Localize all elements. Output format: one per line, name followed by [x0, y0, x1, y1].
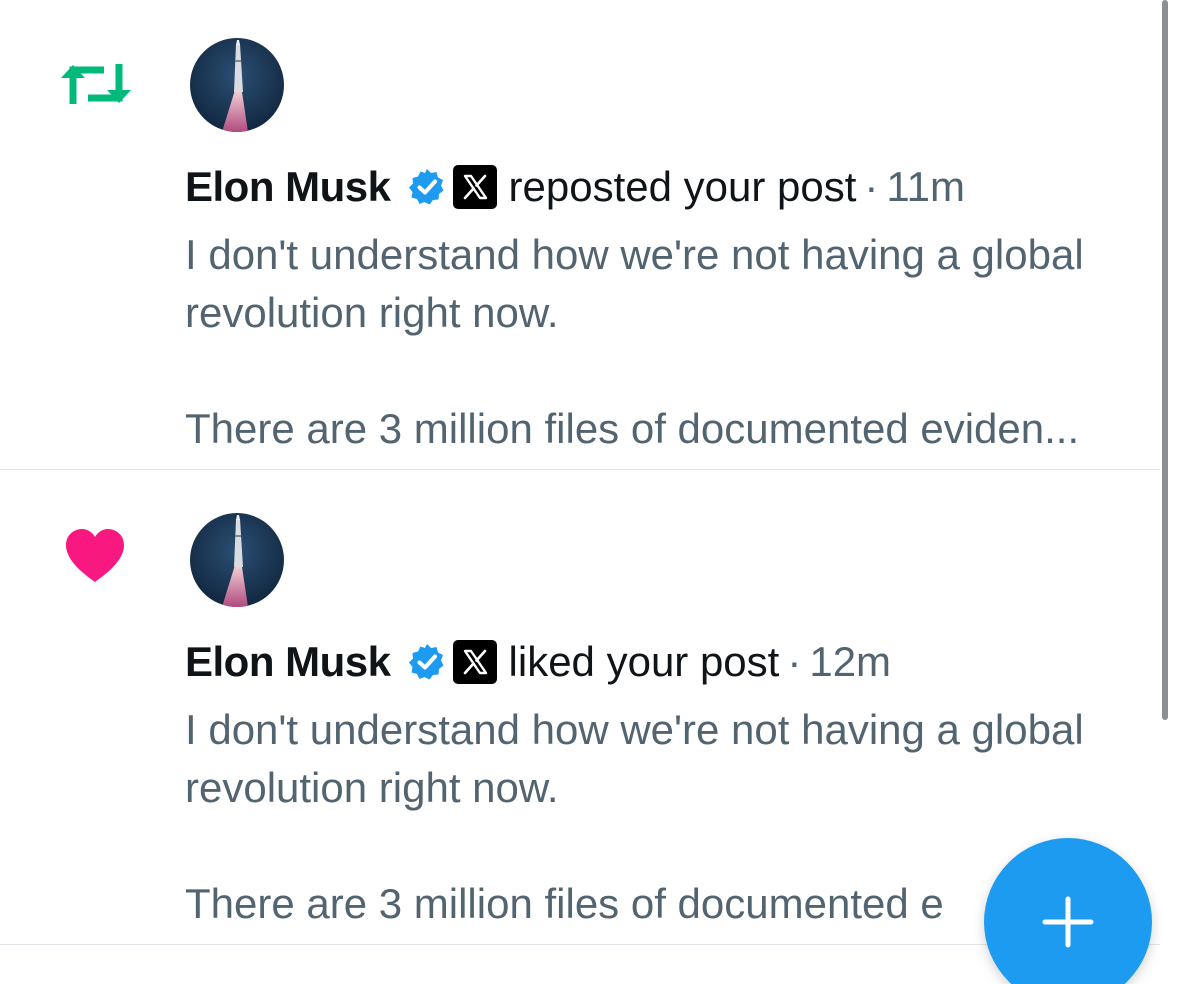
post-line: revolution right now.: [185, 764, 559, 811]
notification-headline: Elon Musk reposted your post · 11m: [185, 162, 965, 212]
action-text: liked your post: [508, 638, 780, 685]
post-line: I don't understand how we're not having …: [185, 231, 1084, 278]
x-logo-icon: [452, 640, 497, 684]
post-preview[interactable]: I don't understand how we're not having …: [185, 226, 1160, 458]
avatar[interactable]: [190, 38, 284, 132]
post-line: revolution right now.: [185, 289, 559, 336]
verified-badge-icon: [407, 642, 447, 682]
timestamp: 12m: [809, 638, 892, 685]
scrollbar[interactable]: [1160, 0, 1170, 720]
x-logo-icon: [452, 165, 497, 209]
action-text: reposted your post: [508, 163, 857, 210]
user-name[interactable]: Elon Musk: [185, 638, 391, 686]
repost-icon: [60, 56, 132, 112]
post-line: I don't understand how we're not having …: [185, 706, 1084, 753]
avatar[interactable]: [190, 513, 284, 607]
notification-item[interactable]: Elon Musk liked your post · 12m I don't …: [0, 475, 1160, 945]
scrollbar-thumb[interactable]: [1162, 0, 1168, 720]
post-line: There are 3 million files of documented …: [185, 405, 1080, 452]
timestamp: 11m: [886, 163, 965, 210]
notifications-screen: Elon Musk reposted your post · 11m I don…: [0, 0, 1178, 984]
heart-icon: [64, 528, 136, 584]
plus-icon: [1042, 896, 1094, 948]
separator-dot: ·: [787, 638, 802, 685]
post-line-blank: [185, 342, 1160, 400]
notification-item[interactable]: Elon Musk reposted your post · 11m I don…: [0, 0, 1160, 470]
verified-badge-icon: [407, 167, 447, 207]
notification-headline: Elon Musk liked your post · 12m: [185, 637, 891, 687]
user-name[interactable]: Elon Musk: [185, 163, 391, 211]
separator-dot: ·: [864, 163, 879, 210]
